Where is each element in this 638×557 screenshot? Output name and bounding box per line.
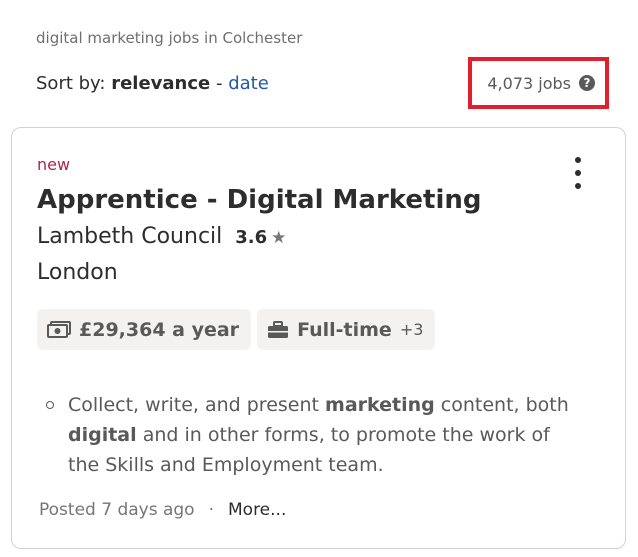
bullet-icon xyxy=(46,401,54,409)
briefcase-icon xyxy=(267,320,289,339)
sort-control: Sort by: relevance - date xyxy=(36,72,269,96)
snippet-highlight: digital xyxy=(68,424,137,446)
salary-chip: £29,364 a year xyxy=(37,309,252,350)
more-link[interactable]: More... xyxy=(228,499,286,521)
job-attributes: £29,364 a year Full-time +3 xyxy=(37,309,436,350)
snippet-text: Collect, write, and present marketing co… xyxy=(68,390,586,480)
job-location: London xyxy=(37,260,118,285)
company-rating: 3.6 xyxy=(235,227,268,248)
job-type-text: Full-time xyxy=(297,318,392,341)
kebab-dot xyxy=(575,183,581,189)
search-results-page: digital marketing jobs in Colchester Sor… xyxy=(0,0,638,557)
job-footer: Posted 7 days ago · More... xyxy=(39,499,286,521)
job-count-highlight: 4,073 jobs ? xyxy=(468,57,609,109)
job-snippet: Collect, write, and present marketing co… xyxy=(46,390,586,480)
job-title[interactable]: Apprentice - Digital Marketing xyxy=(37,183,481,217)
sort-option-relevance: relevance xyxy=(111,73,211,94)
sort-separator: - xyxy=(215,73,223,94)
kebab-dot xyxy=(575,157,581,163)
sort-label: Sort by: xyxy=(36,73,106,94)
snippet-part: and in other forms, to promote the work … xyxy=(68,424,550,476)
search-context-text: digital marketing jobs in Colchester xyxy=(36,29,303,47)
job-type-more-count: +3 xyxy=(399,320,424,339)
company-name[interactable]: Lambeth Council xyxy=(37,222,222,252)
company-row: Lambeth Council 3.6 ★ xyxy=(37,222,286,253)
job-type-chip[interactable]: Full-time +3 xyxy=(257,309,436,350)
money-icon xyxy=(47,320,71,339)
help-circle-icon[interactable]: ? xyxy=(579,75,595,91)
posted-date: Posted 7 days ago xyxy=(39,500,195,520)
more-options-icon[interactable] xyxy=(568,157,588,189)
snippet-part: content, both xyxy=(434,394,569,416)
job-count: 4,073 jobs xyxy=(487,73,571,93)
snippet-highlight: marketing xyxy=(325,394,435,416)
footer-separator: · xyxy=(208,500,214,520)
kebab-dot xyxy=(575,170,581,176)
sort-option-date[interactable]: date xyxy=(228,73,269,94)
job-card[interactable]: new Apprentice - Digital Marketing Lambe… xyxy=(11,127,626,549)
salary-text: £29,364 a year xyxy=(79,318,240,341)
star-icon: ★ xyxy=(271,228,287,248)
snippet-part: Collect, write, and present xyxy=(68,394,326,416)
new-badge: new xyxy=(37,155,71,174)
